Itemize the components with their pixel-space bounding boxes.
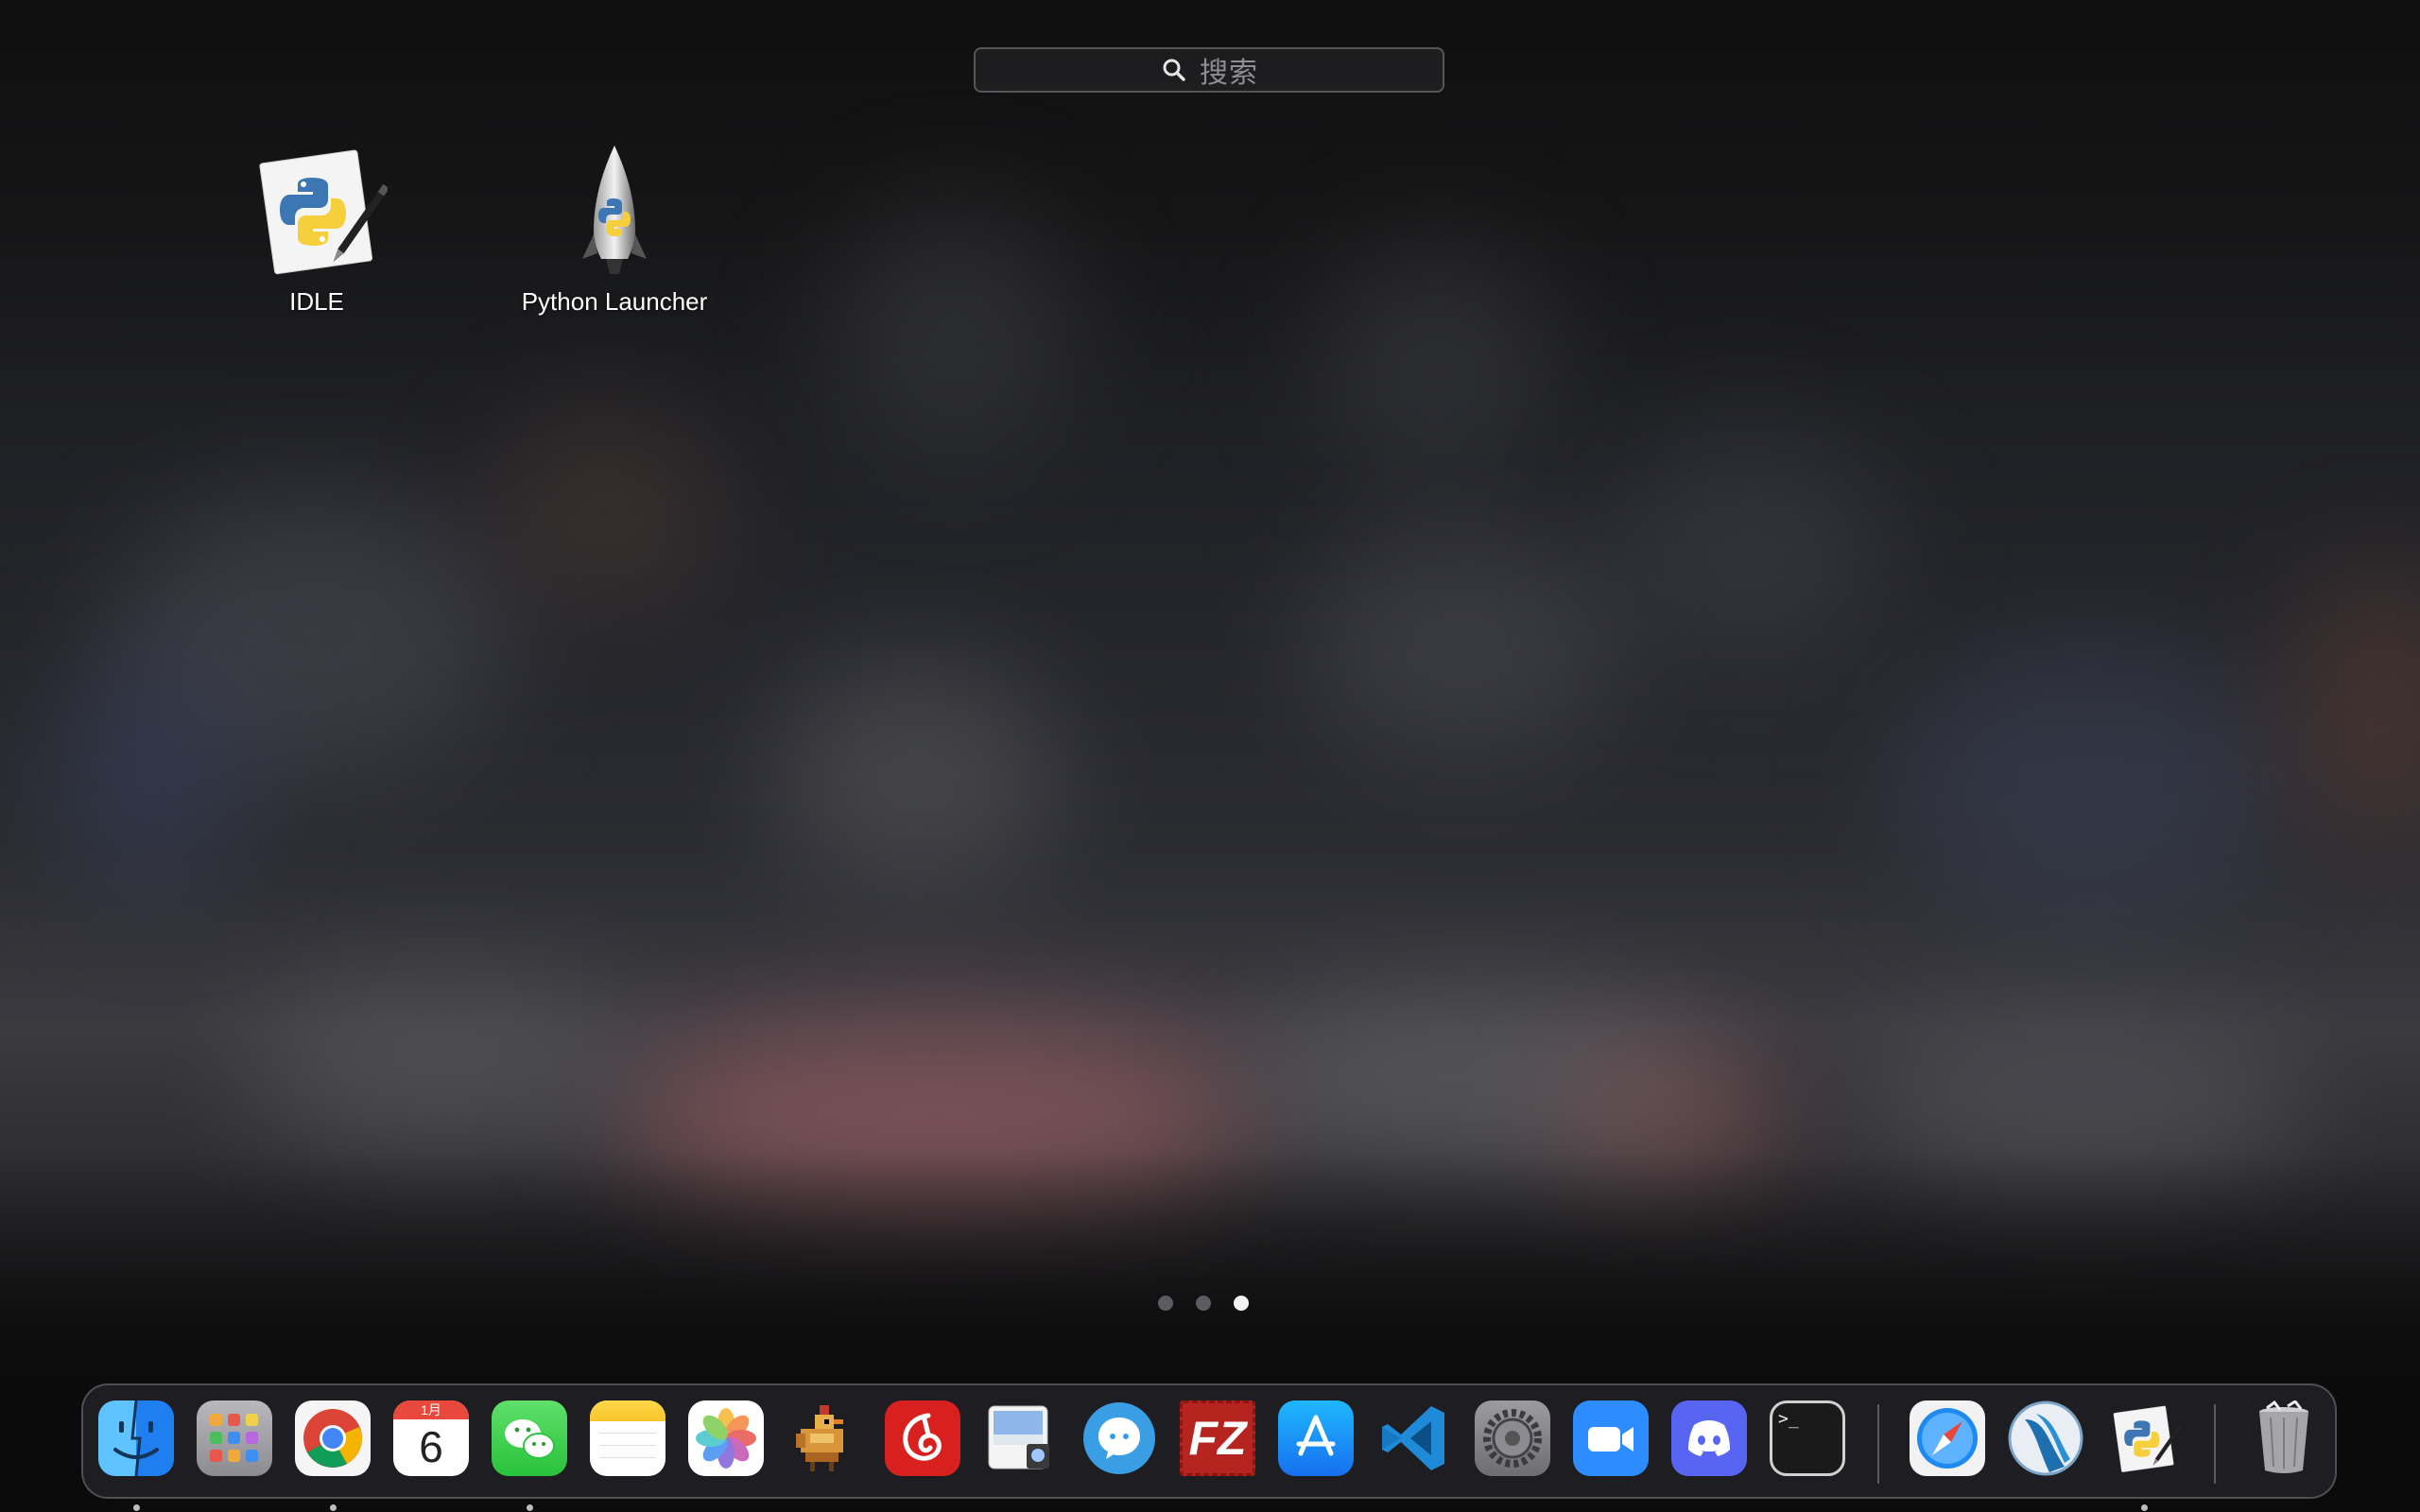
finder-icon [98, 1400, 174, 1476]
dock-notes[interactable] [588, 1399, 667, 1478]
running-indicator [2141, 1504, 2148, 1511]
dock-finder[interactable] [96, 1399, 176, 1511]
dock-stardew[interactable] [785, 1399, 864, 1478]
app-store-icon [1278, 1400, 1354, 1476]
filezilla-logo-text: FZ [1188, 1412, 1247, 1465]
dock: 1月 6 FZ >_ [81, 1383, 2337, 1511]
app-label: IDLE [289, 287, 344, 316]
dock-vscode[interactable] [1374, 1399, 1454, 1478]
app-python-launcher[interactable]: Python Launcher [492, 140, 737, 317]
running-indicator [330, 1504, 337, 1511]
chat-bubble-icon [1081, 1400, 1157, 1476]
pixel-chicken-icon [786, 1400, 862, 1476]
gear-icon [1475, 1400, 1550, 1476]
calendar-day: 6 [419, 1422, 443, 1471]
search-field[interactable]: 搜索 [974, 47, 1444, 93]
dock-calendar[interactable]: 1月 6 [391, 1399, 471, 1478]
netease-music-icon [885, 1400, 960, 1476]
vscode-icon [1376, 1400, 1452, 1476]
search-placeholder: 搜索 [1200, 58, 1258, 89]
app-idle[interactable]: IDLE [194, 140, 440, 317]
dock-separator [1877, 1404, 1879, 1484]
zoom-camera-icon [1573, 1400, 1649, 1476]
page-indicator [1158, 1296, 1249, 1311]
dock-system-preferences[interactable] [1473, 1399, 1552, 1478]
photos-icon [688, 1400, 764, 1476]
dock-wechat[interactable] [490, 1399, 569, 1511]
dock-separator [2214, 1404, 2216, 1484]
python-launcher-rocket-icon [544, 140, 685, 282]
search-icon [1160, 56, 1188, 84]
running-indicator [527, 1504, 533, 1511]
page-dot-current[interactable] [1234, 1296, 1249, 1311]
chrome-icon [295, 1400, 371, 1476]
terminal-prompt: >_ [1778, 1409, 1799, 1429]
dock-terminal[interactable]: >_ [1768, 1399, 1847, 1478]
dock-preview[interactable] [981, 1399, 1061, 1478]
wechat-icon [492, 1400, 567, 1476]
page-dot[interactable] [1158, 1296, 1173, 1311]
launchpad-icon [197, 1400, 272, 1476]
dock-zoom[interactable] [1571, 1399, 1651, 1478]
dock-photos[interactable] [686, 1399, 766, 1478]
calendar-icon: 1月 6 [393, 1400, 469, 1476]
dock-idle[interactable] [2104, 1399, 2184, 1511]
page-dot[interactable] [1196, 1296, 1211, 1311]
dock-netease-music[interactable] [883, 1399, 962, 1478]
dock-trash[interactable] [2244, 1399, 2324, 1478]
wave-icon [2008, 1400, 2083, 1476]
dock-launchpad[interactable] [195, 1399, 274, 1478]
terminal-icon: >_ [1770, 1400, 1845, 1476]
dock-wave-app[interactable] [2006, 1399, 2085, 1478]
preview-icon [983, 1400, 1059, 1476]
idle-python-icon [2106, 1400, 2182, 1476]
filezilla-icon: FZ [1180, 1400, 1255, 1476]
notes-icon [590, 1400, 666, 1476]
dock-chrome[interactable] [293, 1399, 372, 1511]
running-indicator [133, 1504, 140, 1511]
dock-chat-bubble-app[interactable] [1080, 1399, 1159, 1478]
dock-discord[interactable] [1669, 1399, 1749, 1478]
trash-icon [2246, 1400, 2322, 1476]
dock-safari[interactable] [1908, 1399, 1987, 1478]
dock-filezilla[interactable]: FZ [1178, 1399, 1257, 1478]
app-label: Python Launcher [521, 287, 708, 316]
safari-icon [1910, 1400, 1985, 1476]
dock-app-store[interactable] [1276, 1399, 1356, 1478]
calendar-month: 1月 [393, 1400, 469, 1419]
idle-python-icon [246, 140, 389, 282]
discord-icon [1671, 1400, 1747, 1476]
